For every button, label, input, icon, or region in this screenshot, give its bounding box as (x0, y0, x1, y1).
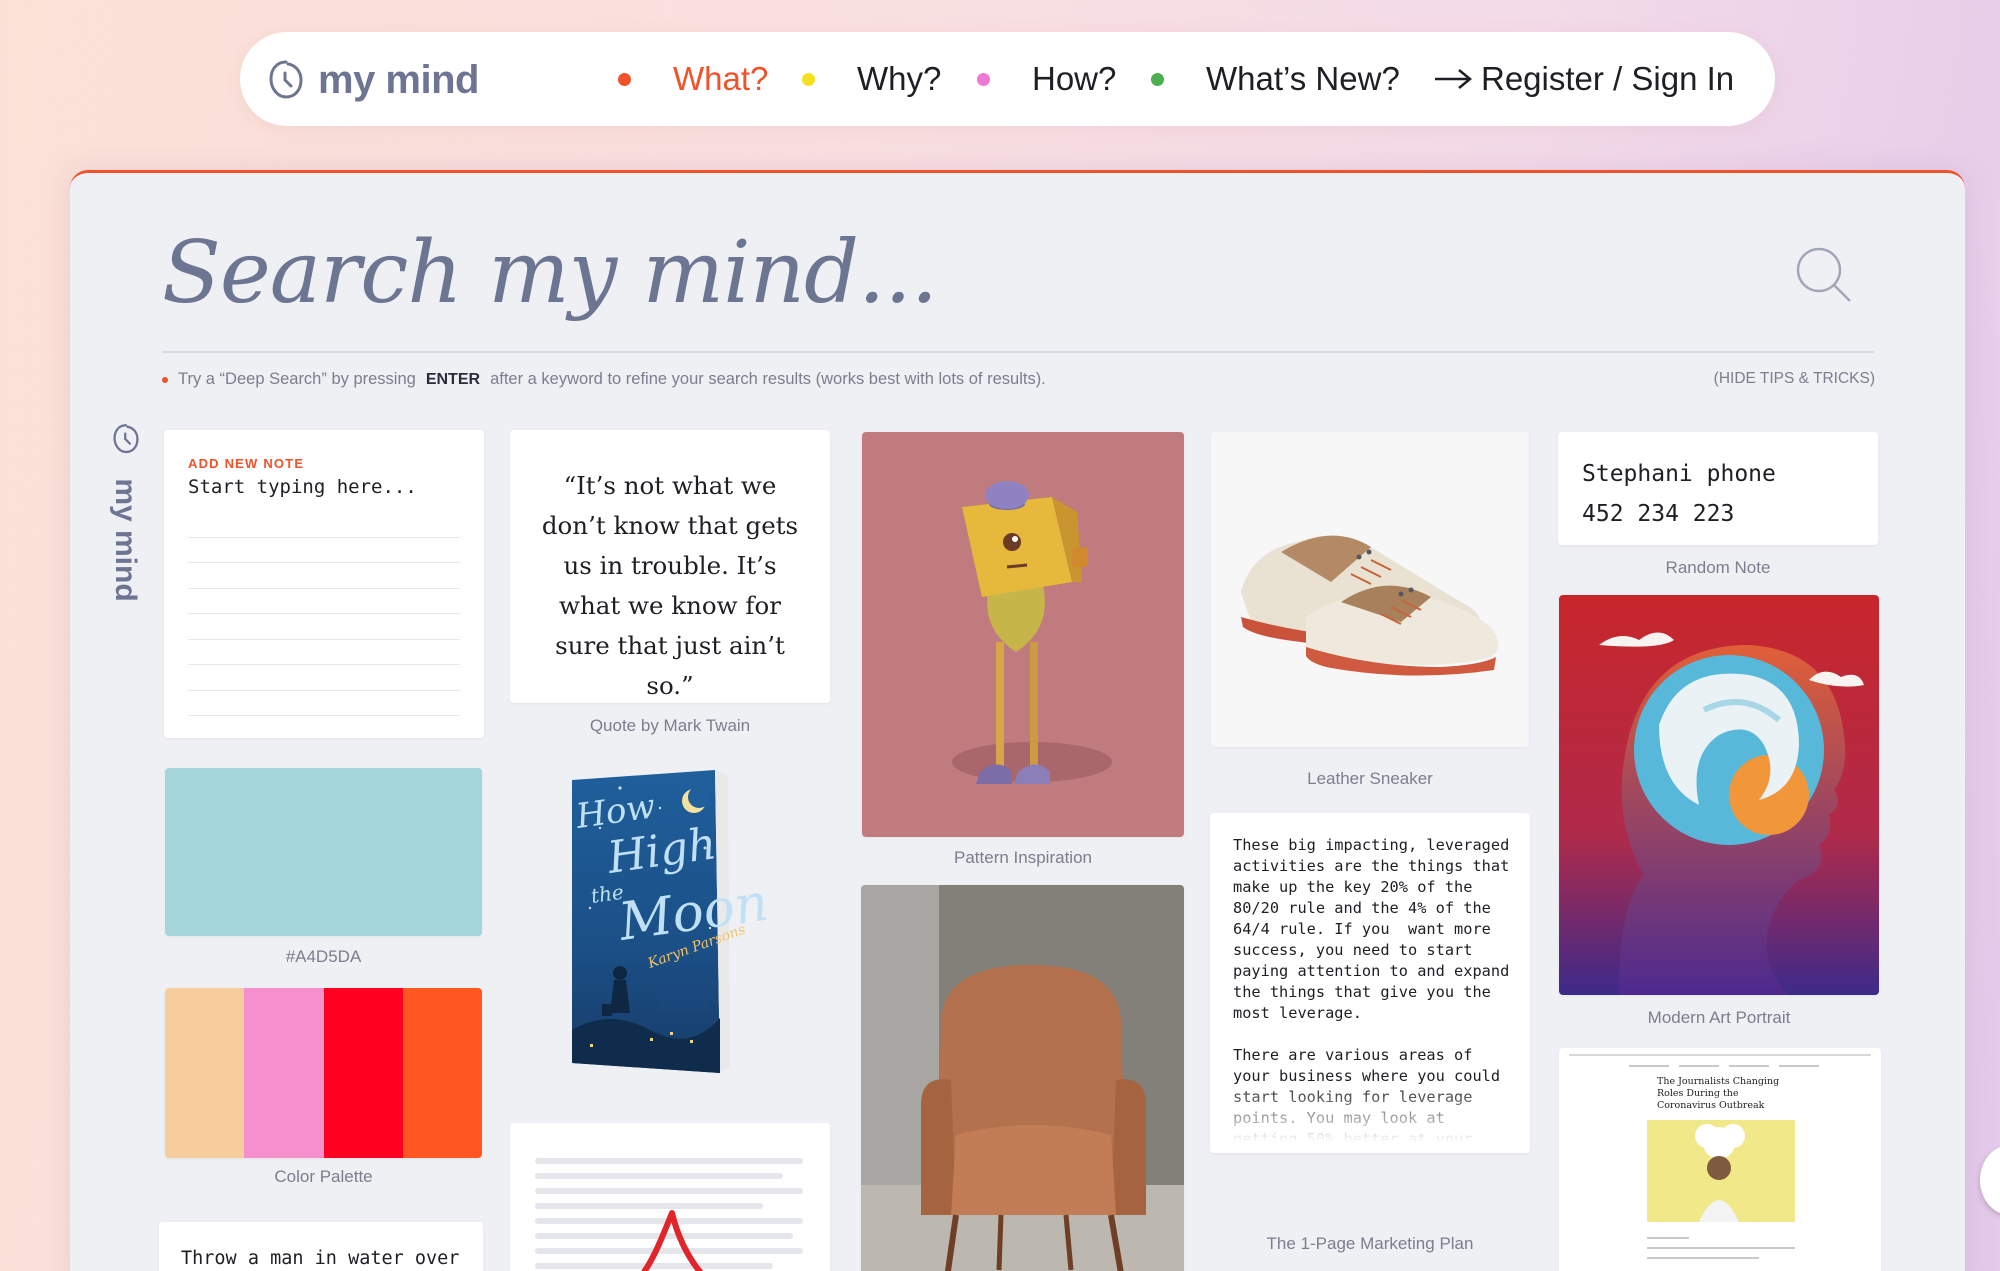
add-note-card[interactable]: ADD NEW NOTE Start typing here... (164, 430, 484, 738)
note-header: ADD NEW NOTE (188, 456, 305, 471)
nav-item-what[interactable]: What? (618, 59, 768, 99)
book-card[interactable]: How High the Moon Karyn Parsons (510, 768, 830, 1083)
sneaker-caption: Leather Sneaker (1307, 769, 1433, 788)
nav-dot (802, 72, 815, 86)
register-label: Register / Sign In (1481, 60, 1735, 97)
phone-caption: Random Note (1665, 558, 1771, 577)
note-text: Throw a man in water over (181, 1248, 460, 1269)
sidebar-logo-text: my mind (109, 478, 142, 602)
chat-bubble-button[interactable] (1980, 1145, 2000, 1215)
search-input[interactable]: Search my mind... (162, 223, 938, 323)
logo-icon (113, 424, 139, 454)
color-swatch-card[interactable] (165, 768, 482, 936)
phone-note-text: Stephani phone 452 234 223 (1582, 454, 1776, 534)
phone-note-card[interactable]: Stephani phone 452 234 223 (1558, 432, 1878, 545)
logo-text: my mind (318, 57, 479, 102)
top-navigation: my mind What? Why? How? What’s New? Regi… (240, 32, 1775, 126)
sneaker-image (1241, 535, 1499, 676)
armchair-image (861, 885, 1184, 1271)
tip-suffix: after a keyword to refine your search re… (490, 370, 1046, 388)
nav-dot (1151, 72, 1164, 86)
quote-text: “It’s not what we don’t know that gets u… (541, 471, 799, 700)
note-input[interactable]: Start typing here... (188, 476, 417, 498)
portrait-caption: Modern Art Portrait (1647, 1008, 1791, 1027)
color-caption: #A4D5DA (285, 947, 362, 966)
nav-item-label: How? (1032, 60, 1117, 97)
quote-caption: Quote by Mark Twain (589, 716, 751, 735)
tip-key: ENTER (425, 370, 481, 388)
sneaker-image-card[interactable] (1211, 432, 1529, 747)
logo[interactable]: my mind (268, 56, 479, 104)
hide-tips-button[interactable]: (HIDE TIPS & TRICKS) (1714, 370, 1875, 388)
marketing-plan-card[interactable]: These big impacting, leveraged activitie… (1210, 813, 1530, 1153)
palette-swatch (402, 988, 482, 1158)
register-sign-in-link[interactable]: Register / Sign In (1433, 59, 1734, 99)
phone-note-line: 452 234 223 (1582, 501, 1735, 527)
nav-dot (977, 72, 990, 86)
pattern-image-card[interactable] (862, 432, 1184, 837)
palette-swatch (165, 988, 245, 1158)
modern-art-portrait-image (1559, 595, 1879, 995)
search-icon[interactable] (1795, 246, 1853, 304)
pdf-preview (535, 1158, 803, 1271)
nav-item-label: Why? (857, 60, 942, 97)
nav-dot (618, 72, 631, 86)
article-headline: The Journalists Changing Roles During th… (1657, 1076, 1780, 1111)
search-underline (162, 351, 1874, 353)
search-tip: Try a “Deep Search” by pressing ENTER af… (162, 370, 1046, 389)
book-cover-image: How High the Moon Karyn Parsons (572, 770, 772, 1073)
palette-swatch (244, 988, 324, 1158)
portrait-image-card[interactable] (1559, 595, 1879, 995)
toy-figure-image (952, 481, 1112, 784)
arrow-right-icon (1435, 69, 1472, 89)
text-fade (1210, 1083, 1530, 1153)
nav-item-label: What’s New? (1206, 60, 1400, 97)
pattern-caption: Pattern Inspiration (954, 848, 1092, 867)
sidebar-logo[interactable]: my mind (100, 423, 150, 603)
quote-card[interactable]: “It’s not what we don’t know that gets u… (510, 430, 830, 703)
palette-swatch (323, 988, 403, 1158)
color-palette-card[interactable] (165, 988, 482, 1158)
main-panel: Search my mind... Try a “Deep Search” by… (70, 170, 1965, 1271)
nav-item-why[interactable]: Why? (802, 59, 941, 99)
article-card[interactable]: The Journalists Changing Roles During th… (1559, 1048, 1881, 1271)
tip-bullet (162, 376, 168, 383)
chair-image-card[interactable] (861, 885, 1184, 1271)
phone-note-line: Stephani phone (1582, 461, 1776, 487)
nav-item-how[interactable]: How? (977, 59, 1116, 99)
nav-item-label: What? (673, 60, 769, 97)
marketing-caption: The 1-Page Marketing Plan (1266, 1234, 1474, 1253)
nav-item-whats-new[interactable]: What’s New? (1151, 59, 1400, 99)
palette-caption: Color Palette (274, 1167, 373, 1186)
note-lines (188, 512, 460, 716)
tip-prefix: Try a “Deep Search” by pressing (178, 370, 416, 388)
pdf-document-card[interactable] (510, 1123, 830, 1271)
text-note-card[interactable]: Throw a man in water over (159, 1222, 483, 1271)
logo-icon (269, 60, 303, 99)
